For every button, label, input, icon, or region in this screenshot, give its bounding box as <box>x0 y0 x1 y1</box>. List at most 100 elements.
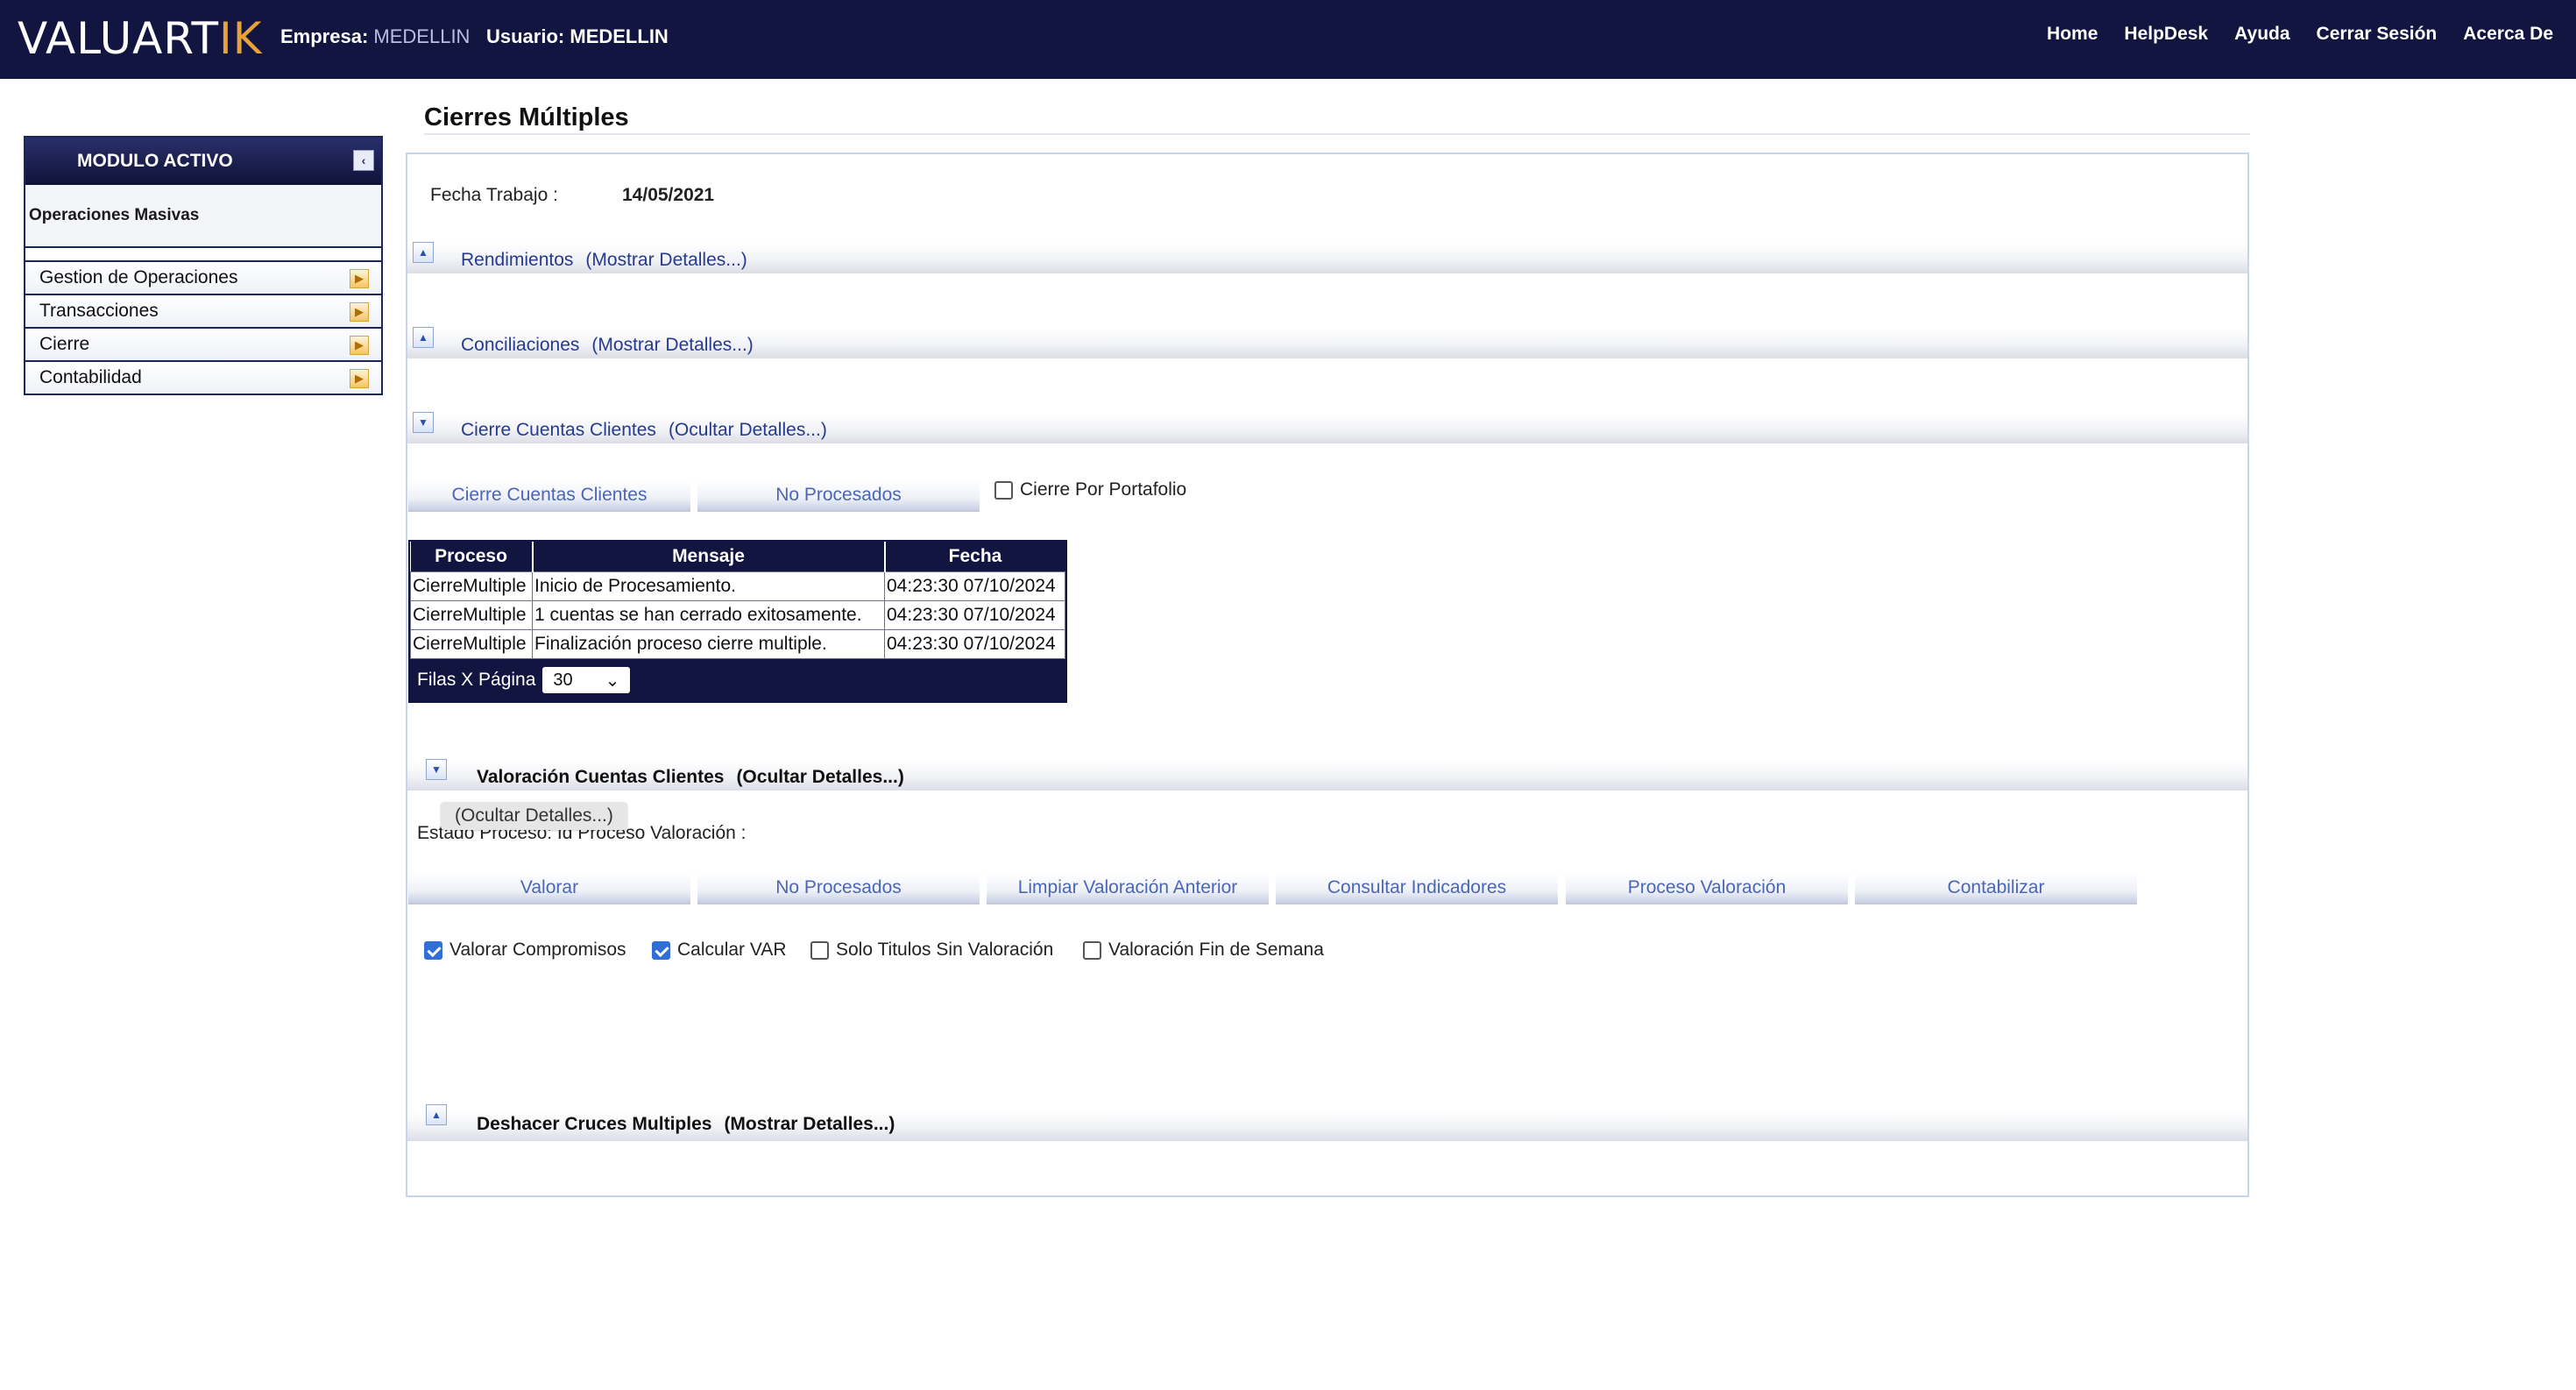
checkbox-box[interactable] <box>810 940 829 960</box>
show-details-link[interactable]: (Mostrar Detalles...) <box>724 1114 895 1134</box>
nav-ayuda[interactable]: Ayuda <box>2234 24 2289 45</box>
hide-details-link[interactable]: (Ocultar Detalles...) <box>736 767 903 787</box>
cierre-portafolio-checkbox[interactable]: Cierre Por Portafolio <box>994 479 1186 500</box>
chevron-right-icon: ▶ <box>350 302 369 322</box>
arrow-up-icon[interactable]: ▲ <box>413 242 434 263</box>
sidebar-module-name: Operaciones Masivas <box>25 185 381 248</box>
valoracion-fin-semana-checkbox[interactable]: Valoración Fin de Semana <box>1083 940 1324 961</box>
collapse-icon[interactable]: ‹ <box>353 150 374 171</box>
solo-titulos-checkbox[interactable]: Solo Titulos Sin Valoración <box>810 940 1053 961</box>
section-title: Valoración Cuentas Clientes <box>477 767 725 787</box>
cierre-cuentas-button[interactable]: Cierre Cuentas Clientes <box>408 480 690 512</box>
company-label: Empresa: <box>280 25 369 47</box>
section-valoracion[interactable]: Valoración Cuentas Clientes (Ocultar Deta… <box>477 767 904 788</box>
consultar-indicadores-button[interactable]: Consultar Indicadores <box>1276 873 1558 904</box>
sidebar-item-label: Gestion de Operaciones <box>39 267 238 287</box>
checkbox-box[interactable] <box>424 940 442 960</box>
title-divider <box>424 133 2250 135</box>
proceso-valoracion-button[interactable]: Proceso Valoración <box>1566 873 1848 904</box>
tooltip: (Ocultar Detalles...) <box>441 802 627 830</box>
hide-details-link[interactable]: (Ocultar Detalles...) <box>669 420 827 440</box>
fecha-trabajo-label: Fecha Trabajo : <box>430 185 558 205</box>
checkbox-box[interactable] <box>1083 940 1101 960</box>
checkbox-label: Cierre Por Portafolio <box>1020 479 1187 500</box>
checkbox-label: Valoración Fin de Semana <box>1108 940 1324 960</box>
column-header-fecha[interactable]: Fecha <box>884 542 1065 572</box>
rows-per-page-label: Filas X Página <box>417 670 536 690</box>
section-cierre-cuentas[interactable]: Cierre Cuentas Clientes (Ocultar Detalles… <box>461 420 827 441</box>
process-log-table: Proceso Mensaje Fecha CierreMultiple Ini… <box>408 540 1067 703</box>
limpiar-valoracion-button[interactable]: Limpiar Valoración Anterior <box>987 873 1269 904</box>
sidebar-item-gestion-operaciones[interactable]: Gestion de Operaciones ▶ <box>25 262 381 295</box>
section-title: Conciliaciones <box>461 335 580 355</box>
table-pager: Filas X Página 30 ⌄ <box>410 659 1065 701</box>
table-row[interactable]: CierreMultiple 1 cuentas se han cerrado … <box>410 600 1065 630</box>
arrow-up-icon[interactable]: ▲ <box>413 327 434 348</box>
table-row[interactable]: CierreMultiple Inicio de Procesamiento. … <box>410 571 1065 601</box>
logo-accent: IK <box>219 13 263 64</box>
chevron-right-icon: ▶ <box>350 336 369 355</box>
sidebar-item-label: Contabilidad <box>39 367 142 387</box>
no-procesados-valoracion-button[interactable]: No Procesados <box>697 873 980 904</box>
fecha-trabajo-value: 14/05/2021 <box>622 185 715 205</box>
cell-fecha: 04:23:30 07/10/2024 <box>884 571 1065 601</box>
cell-mensaje: Inicio de Procesamiento. <box>532 571 885 601</box>
chevron-down-icon: ⌄ <box>605 670 620 691</box>
valorar-button[interactable]: Valorar <box>408 873 690 904</box>
arrow-down-icon[interactable]: ▼ <box>426 759 447 780</box>
company-info: Empresa: MEDELLIN <box>280 25 470 48</box>
sidebar-title: MODULO ACTIVO <box>77 151 233 171</box>
section-conciliaciones[interactable]: Conciliaciones (Mostrar Detalles...) <box>461 335 754 356</box>
cell-proceso: CierreMultiple <box>410 629 533 659</box>
contabilizar-button[interactable]: Contabilizar <box>1855 873 2137 904</box>
checkbox-label: Valorar Compromisos <box>449 940 626 960</box>
section-rendimientos[interactable]: Rendimientos (Mostrar Detalles...) <box>461 250 747 271</box>
section-deshacer[interactable]: Deshacer Cruces Multiples (Mostrar Detall… <box>477 1114 895 1135</box>
show-details-link[interactable]: (Mostrar Detalles...) <box>591 335 753 355</box>
user-value: MEDELLIN <box>570 25 669 47</box>
page-title: Cierres Múltiples <box>424 103 629 131</box>
top-nav: Home HelpDesk Ayuda Cerrar Sesión Acerca… <box>2047 24 2553 45</box>
checkbox-label: Solo Titulos Sin Valoración <box>836 940 1054 960</box>
calcular-var-checkbox[interactable]: Calcular VAR <box>652 940 786 961</box>
cell-mensaje: Finalización proceso cierre multiple. <box>532 629 885 659</box>
checkbox-box[interactable] <box>652 940 670 960</box>
logo: VALUART IK <box>18 12 263 65</box>
arrow-down-icon[interactable]: ▼ <box>413 412 434 433</box>
nav-home[interactable]: Home <box>2047 24 2098 45</box>
sidebar-item-label: Transacciones <box>39 301 159 321</box>
sidebar: MODULO ACTIVO ‹ Operaciones Masivas Gest… <box>24 136 383 395</box>
sidebar-item-transacciones[interactable]: Transacciones ▶ <box>25 295 381 329</box>
top-bar: VALUART IK Empresa: MEDELLIN Usuario: MED… <box>0 0 2576 79</box>
column-header-proceso[interactable]: Proceso <box>410 542 534 572</box>
user-label: Usuario: <box>486 25 565 47</box>
checkbox-box[interactable] <box>994 480 1013 500</box>
section-title: Rendimientos <box>461 250 574 270</box>
sidebar-header: MODULO ACTIVO ‹ <box>25 138 381 185</box>
arrow-up-icon[interactable]: ▲ <box>426 1104 447 1125</box>
nav-acerca-de[interactable]: Acerca De <box>2463 24 2553 45</box>
sidebar-spacer <box>25 248 381 262</box>
cell-fecha: 04:23:30 07/10/2024 <box>884 600 1065 630</box>
user-info: Usuario: MEDELLIN <box>486 25 669 48</box>
sidebar-item-contabilidad[interactable]: Contabilidad ▶ <box>25 362 381 394</box>
company-value: MEDELLIN <box>373 25 471 47</box>
rows-per-page-select[interactable]: 30 ⌄ <box>542 667 631 693</box>
nav-helpdesk[interactable]: HelpDesk <box>2124 24 2208 45</box>
table-row[interactable]: CierreMultiple Finalización proceso cier… <box>410 629 1065 659</box>
cell-fecha: 04:23:30 07/10/2024 <box>884 629 1065 659</box>
rows-per-page-value: 30 <box>553 670 573 690</box>
valorar-compromisos-checkbox[interactable]: Valorar Compromisos <box>424 940 626 961</box>
column-header-mensaje[interactable]: Mensaje <box>532 542 886 572</box>
sidebar-item-cierre[interactable]: Cierre ▶ <box>25 329 381 362</box>
section-title: Cierre Cuentas Clientes <box>461 420 656 440</box>
checkbox-label: Calcular VAR <box>677 940 787 960</box>
cell-mensaje: 1 cuentas se han cerrado exitosamente. <box>532 600 885 630</box>
chevron-right-icon: ▶ <box>350 369 369 388</box>
table-header-row: Proceso Mensaje Fecha <box>410 542 1065 572</box>
logo-text: VALUART <box>18 13 220 64</box>
show-details-link[interactable]: (Mostrar Detalles...) <box>585 250 747 270</box>
cell-proceso: CierreMultiple <box>410 600 533 630</box>
no-procesados-button[interactable]: No Procesados <box>697 480 980 512</box>
nav-cerrar-sesion[interactable]: Cerrar Sesión <box>2317 24 2438 45</box>
